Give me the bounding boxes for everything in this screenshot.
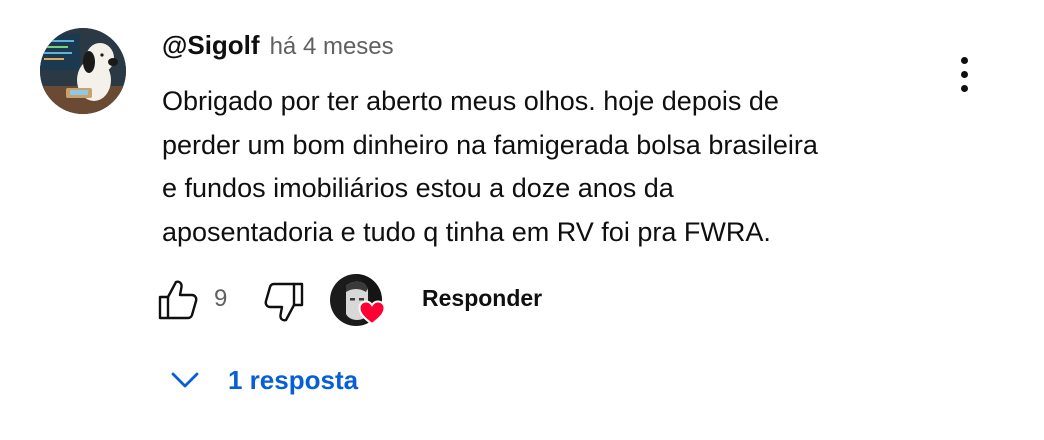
heart-icon <box>358 300 386 326</box>
thumb-up-icon <box>158 280 198 320</box>
replies-toggle-button[interactable]: 1 resposta <box>170 358 358 402</box>
like-count: 9 <box>214 285 228 312</box>
author-avatar[interactable] <box>40 28 126 114</box>
reply-button[interactable]: Responder <box>422 285 542 312</box>
menu-dot <box>960 56 968 64</box>
thumb-down-icon <box>264 282 304 322</box>
published-time[interactable]: há 4 meses <box>270 33 394 61</box>
snoopy-avatar-image <box>40 28 126 114</box>
comment-text-line: perder um bom dinheiro na famigerada bol… <box>162 129 818 160</box>
creator-heart <box>330 274 390 330</box>
comment-thread: @Sigolf há 4 meses Obrigado por ter aber… <box>0 0 1044 440</box>
comment-text-line: Obrigado por ter aberto meus olhos. hoje… <box>162 86 779 116</box>
comment-actions: 9 Responder <box>156 274 616 326</box>
like-button[interactable] <box>156 278 202 322</box>
comment-header: @Sigolf há 4 meses <box>162 30 394 64</box>
comment-text-line: aposentadoria e tudo q tinha em RV foi p… <box>162 216 771 247</box>
replies-count-label: 1 resposta <box>228 364 359 395</box>
menu-dot <box>960 70 968 78</box>
comment-text-line: e fundos imobiliários estou a doze anos … <box>162 173 674 204</box>
menu-dot <box>960 84 968 92</box>
comment-text: Obrigado por ter aberto meus olhos. hoje… <box>162 80 952 254</box>
author-name[interactable]: @Sigolf <box>162 30 260 61</box>
dislike-button[interactable] <box>260 280 306 324</box>
chevron-down-icon <box>171 372 199 388</box>
